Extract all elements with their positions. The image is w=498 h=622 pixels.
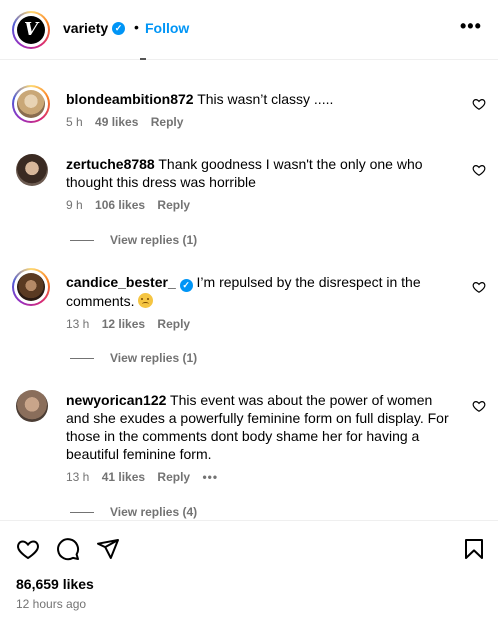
- likes-count[interactable]: 86,659 likes: [16, 576, 94, 592]
- paper-plane-icon[interactable]: [96, 537, 120, 561]
- comment-time: 13 h: [66, 317, 90, 331]
- comment-username[interactable]: zertuche8788: [66, 156, 155, 172]
- comment-time: 5 h: [66, 115, 83, 129]
- reply-button[interactable]: Reply: [157, 317, 190, 331]
- post-timestamp: 12 hours ago: [16, 597, 87, 611]
- more-options-icon[interactable]: •••: [460, 16, 482, 37]
- comment-likes[interactable]: 106 likes: [95, 198, 145, 212]
- view-replies-button[interactable]: View replies (1): [70, 351, 197, 365]
- reply-button[interactable]: Reply: [157, 470, 190, 484]
- comment-bubble-icon[interactable]: [56, 537, 80, 561]
- comment-likes[interactable]: 12 likes: [102, 317, 145, 331]
- heart-icon[interactable]: [16, 537, 40, 561]
- replies-divider: [70, 512, 94, 514]
- reply-button[interactable]: Reply: [157, 198, 190, 212]
- heart-icon[interactable]: [472, 97, 486, 111]
- crying-face-emoji-icon: [138, 293, 154, 308]
- comment-likes[interactable]: 49 likes: [95, 115, 138, 129]
- post-actions-bar: 86,659 likes 12 hours ago: [0, 520, 498, 622]
- avatar[interactable]: [16, 390, 48, 422]
- avatar[interactable]: [12, 85, 50, 123]
- account-avatar[interactable]: V: [12, 11, 50, 49]
- reply-button[interactable]: Reply: [151, 115, 184, 129]
- heart-icon[interactable]: [472, 399, 486, 413]
- comment-username[interactable]: newyorican122: [66, 392, 166, 408]
- post-header: V variety ✓ • Follow •••: [0, 0, 498, 60]
- replies-divider: [70, 358, 94, 360]
- comment-text: This wasn’t classy .....: [197, 91, 334, 107]
- replies-divider: [70, 240, 94, 242]
- verified-badge-icon: ✓: [112, 22, 125, 35]
- comment-time: 9 h: [66, 198, 83, 212]
- verified-badge-icon: ✓: [179, 279, 193, 292]
- view-replies-button[interactable]: View replies (1): [70, 233, 197, 247]
- account-name[interactable]: variety: [63, 20, 108, 36]
- heart-icon[interactable]: [472, 163, 486, 177]
- comment-options-icon[interactable]: •••: [202, 470, 218, 484]
- heart-icon[interactable]: [472, 280, 486, 294]
- comment-username[interactable]: candice_bester_: [66, 274, 176, 290]
- scrolled-text-remnant: [140, 58, 146, 60]
- view-replies-button[interactable]: View replies (4): [70, 505, 197, 519]
- separator-dot: •: [134, 19, 139, 35]
- variety-logo: V: [17, 16, 45, 44]
- comment-username[interactable]: blondeambition872: [66, 91, 194, 107]
- comment-time: 13 h: [66, 470, 90, 484]
- bookmark-icon[interactable]: [462, 537, 486, 561]
- comment-likes[interactable]: 41 likes: [102, 470, 145, 484]
- comments-list[interactable]: blondeambition872 This wasn’t classy ...…: [0, 61, 498, 520]
- avatar[interactable]: [12, 268, 50, 306]
- follow-button[interactable]: Follow: [145, 20, 189, 36]
- avatar[interactable]: [16, 154, 48, 186]
